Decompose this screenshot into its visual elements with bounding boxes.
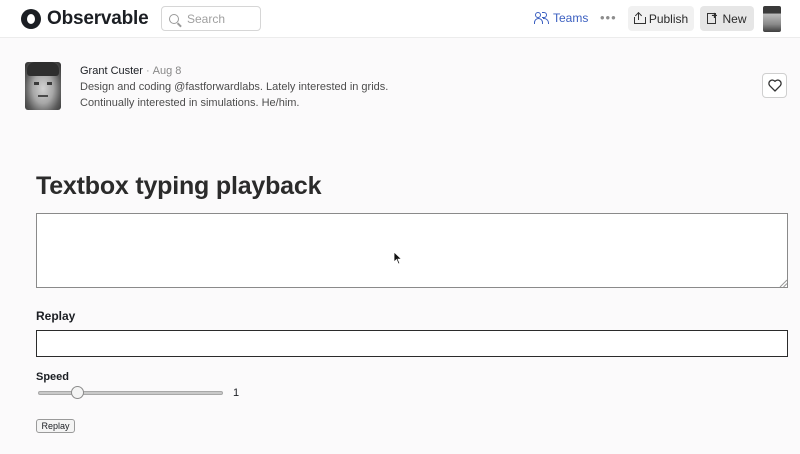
user-avatar[interactable] — [763, 6, 781, 32]
like-button[interactable] — [762, 73, 787, 98]
search-input[interactable] — [187, 11, 257, 26]
search-icon — [169, 13, 179, 24]
author-bio: Design and coding @fastforwardlabs. Late… — [80, 79, 420, 111]
observable-logo-icon — [21, 9, 41, 29]
top-navigation-bar: Observable Teams ••• Publish New — [0, 0, 800, 38]
replay-output-field[interactable] — [36, 330, 788, 357]
more-options-icon[interactable]: ••• — [600, 10, 617, 25]
typing-textbox[interactable] — [36, 213, 788, 288]
speed-label: Speed — [36, 371, 70, 383]
author-avatar[interactable] — [25, 62, 61, 110]
new-document-icon — [707, 12, 717, 24]
publish-label: Publish — [648, 11, 689, 26]
author-bio-line: Design and coding @fastforwardlabs. Late… — [80, 81, 389, 93]
upload-icon — [633, 11, 646, 24]
author-bio-line: Continually interested in simulations. H… — [80, 97, 300, 109]
publish-date: Aug 8 — [152, 65, 182, 77]
teams-link[interactable]: Teams — [534, 11, 588, 25]
publish-button[interactable]: Publish — [628, 6, 694, 31]
observable-logo[interactable]: Observable — [21, 8, 149, 30]
mouse-pointer-icon — [393, 251, 403, 265]
speed-value: 1 — [233, 387, 240, 399]
logo-text: Observable — [47, 8, 149, 29]
notebook-title: Textbox typing playback — [36, 172, 322, 200]
replay-button[interactable]: Replay — [36, 419, 75, 433]
search-box[interactable] — [161, 6, 261, 31]
replay-label: Replay — [36, 309, 76, 323]
author-meta: Grant Custer · Aug 8 — [80, 64, 181, 79]
speed-slider-handle[interactable] — [71, 386, 84, 399]
teams-label: Teams — [553, 11, 589, 25]
people-icon — [534, 12, 550, 24]
resize-handle-icon[interactable] — [779, 279, 787, 287]
meta-separator: · — [145, 65, 150, 77]
new-notebook-button[interactable]: New — [700, 6, 754, 31]
new-label: New — [722, 11, 747, 26]
speed-slider-track[interactable] — [38, 391, 223, 395]
author-name[interactable]: Grant Custer — [80, 65, 143, 77]
heart-icon — [767, 79, 782, 92]
